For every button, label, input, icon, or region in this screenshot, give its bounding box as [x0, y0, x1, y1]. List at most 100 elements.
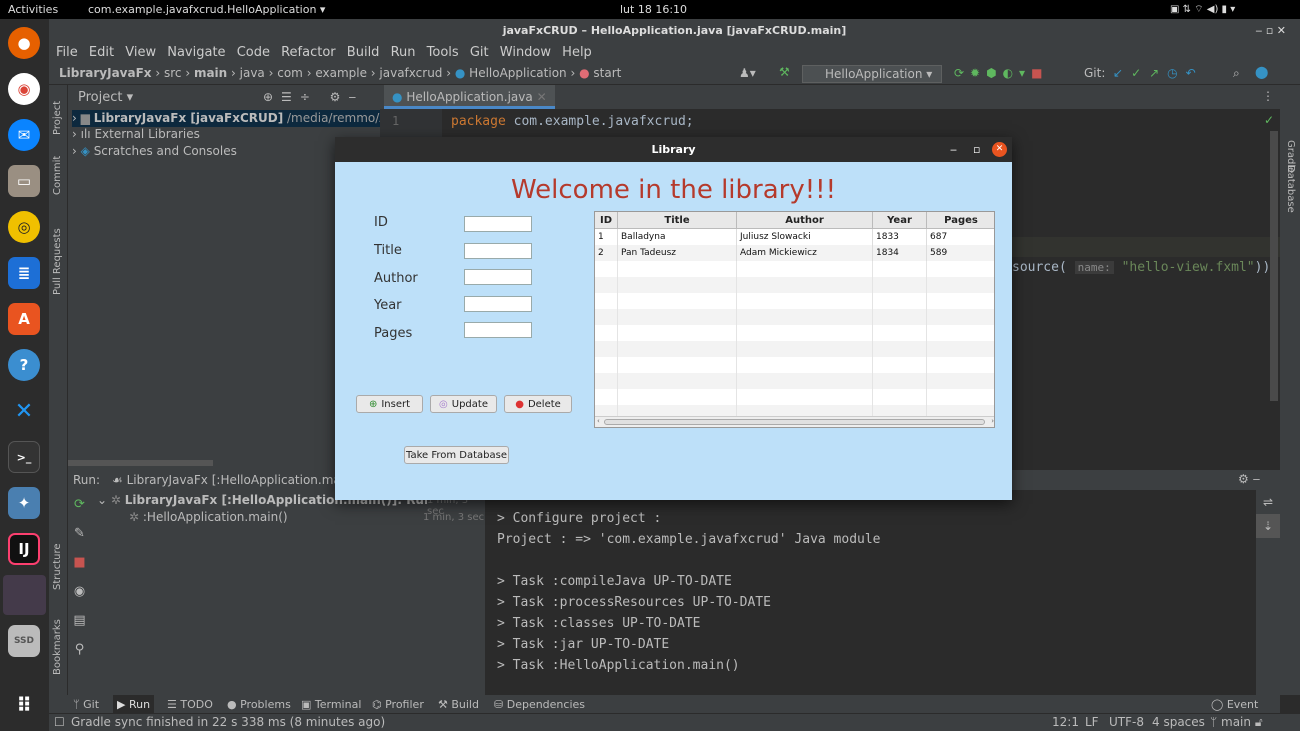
col-header-title[interactable]: Title: [618, 212, 737, 229]
tab-hello-application[interactable]: ● HelloApplication.java ✕: [384, 85, 555, 109]
software-icon[interactable]: A: [8, 303, 40, 335]
pages-input[interactable]: [464, 322, 532, 338]
menu-navigate[interactable]: Navigate: [167, 45, 225, 60]
delete-button[interactable]: ● Delete: [504, 395, 572, 413]
table-row[interactable]: 1 Balladyna Juliusz Slowacki 1833 687: [595, 229, 994, 245]
indent-setting[interactable]: 4 spaces: [1152, 715, 1205, 729]
tool-profiler[interactable]: ⌬ Profiler: [372, 698, 424, 711]
menu-build[interactable]: Build: [347, 45, 380, 60]
tab-project[interactable]: Project: [52, 101, 63, 135]
terminal-icon[interactable]: >_: [8, 441, 40, 473]
id-input[interactable]: [464, 216, 532, 232]
git-branch[interactable]: ᛘ main 🔓︎: [1210, 715, 1263, 730]
thunderbird-icon[interactable]: ✉: [8, 119, 40, 151]
tree-item-external-libraries[interactable]: › ılı External Libraries: [72, 127, 200, 141]
vscode-icon[interactable]: ✕: [8, 395, 40, 427]
stop-icon[interactable]: ■: [68, 548, 91, 577]
run-tree-child[interactable]: ✲ :HelloApplication.main(): [129, 510, 288, 524]
update-button[interactable]: ◎ Update: [430, 395, 497, 413]
status-box-icon[interactable]: ☐: [54, 715, 65, 729]
file-encoding[interactable]: UTF-8: [1109, 715, 1144, 729]
run-actions[interactable]: ⟳✹⬢◐▾■: [954, 66, 1048, 80]
help-icon[interactable]: ?: [8, 349, 40, 381]
app-menu[interactable]: com.example.javafxcrud.HelloApplication …: [88, 3, 325, 16]
title-input[interactable]: [464, 243, 532, 259]
crumb-java[interactable]: java: [240, 66, 265, 80]
window-controls[interactable]: ‒ ▫ ✕: [1255, 19, 1286, 43]
tool-dependencies[interactable]: ⛁ Dependencies: [494, 698, 585, 711]
books-table[interactable]: ID Title Author Year Pages 1 Balladyna J…: [594, 211, 995, 428]
update-icon[interactable]: ⬤: [1255, 65, 1268, 79]
more-icon[interactable]: ⋮: [1262, 89, 1274, 103]
maximize-button[interactable]: ▫: [973, 137, 980, 162]
clock[interactable]: lut 18 16:10: [620, 3, 687, 16]
status-message[interactable]: Gradle sync finished in 22 s 338 ms (8 m…: [71, 715, 385, 729]
crumb-main[interactable]: main: [194, 66, 227, 80]
crumb-com[interactable]: com: [277, 66, 303, 80]
build-hammer-icon[interactable]: ⚒: [779, 65, 790, 79]
menu-tools[interactable]: Tools: [427, 45, 459, 60]
files-icon[interactable]: ▭: [8, 165, 40, 197]
tool-git[interactable]: ᛘ Git: [73, 698, 99, 711]
tool-terminal[interactable]: ▣ Terminal: [301, 698, 361, 711]
crumb-project[interactable]: LibraryJavaFx: [59, 66, 152, 80]
activities-button[interactable]: Activities: [8, 3, 58, 16]
menu-code[interactable]: Code: [237, 45, 270, 60]
run-tab[interactable]: ☙ LibraryJavaFx [:HelloApplication.main]: [112, 473, 356, 487]
rerun-icon[interactable]: ⟳: [68, 490, 91, 519]
horizontal-scrollbar[interactable]: [68, 460, 213, 466]
user-icon[interactable]: ♟▾: [739, 66, 756, 80]
tree-item-project[interactable]: › ▆ LibraryJavaFx [javaFxCRUD] /media/re…: [72, 110, 401, 127]
pin-icon[interactable]: ⚲: [68, 635, 91, 664]
editor-scrollbar[interactable]: [1270, 131, 1278, 401]
menu-window[interactable]: Window: [500, 45, 551, 60]
tab-structure[interactable]: Structure: [52, 543, 63, 590]
project-panel-tools[interactable]: ⊕☰÷ ⚙‒: [263, 90, 364, 104]
crumb-method[interactable]: start: [593, 66, 621, 80]
inspection-ok-icon[interactable]: ✓: [1264, 113, 1274, 127]
tree-item-scratches[interactable]: › ◈ Scratches and Consoles: [72, 144, 237, 158]
chrome-icon[interactable]: ◉: [8, 73, 40, 105]
crumb-src[interactable]: src: [164, 66, 182, 80]
soft-wrap-icon[interactable]: ⇌: [1256, 490, 1280, 514]
code-line-12[interactable]: source( name: "hello-view.fxml"));: [1012, 260, 1278, 275]
app-icon[interactable]: ✦: [8, 487, 40, 519]
ssd-icon[interactable]: SSD: [8, 625, 40, 657]
col-header-pages[interactable]: Pages: [927, 212, 994, 229]
blank-app-icon[interactable]: [3, 575, 46, 615]
intellij-icon[interactable]: IJ: [8, 533, 40, 565]
crumb-example[interactable]: example: [315, 66, 367, 80]
search-icon[interactable]: ⌕: [1233, 66, 1240, 81]
crumb-class[interactable]: HelloApplication: [469, 66, 566, 80]
tray-icons[interactable]: ▣ ⇅ ⌔ ◀) ▮ ▾: [1170, 3, 1235, 16]
tab-pull-requests[interactable]: Pull Requests: [52, 228, 63, 295]
year-input[interactable]: [464, 296, 532, 312]
tool-problems[interactable]: ● Problems: [227, 698, 291, 711]
crumb-package[interactable]: javafxcrud: [379, 66, 442, 80]
code-line-1[interactable]: package com.example.javafxcrud;: [451, 114, 694, 129]
table-horizontal-scrollbar[interactable]: ‹ ›: [595, 416, 994, 427]
caret-position[interactable]: 12:1: [1052, 715, 1079, 729]
close-button[interactable]: ✕: [992, 142, 1007, 157]
menu-refactor[interactable]: Refactor: [281, 45, 336, 60]
console-output[interactable]: > Configure project : Project : => 'com.…: [497, 508, 881, 676]
writer-icon[interactable]: ≣: [8, 257, 40, 289]
menu-git[interactable]: Git: [470, 45, 489, 60]
tool-build[interactable]: ⚒ Build: [438, 698, 479, 711]
line-ending[interactable]: LF: [1085, 715, 1099, 729]
apps-grid-icon[interactable]: ⠿: [8, 689, 40, 721]
tool-todo[interactable]: ☰ TODO: [167, 698, 213, 711]
project-header[interactable]: Project ▾: [78, 90, 133, 105]
col-header-id[interactable]: ID: [595, 212, 618, 229]
tab-bookmarks[interactable]: Bookmarks: [52, 619, 63, 675]
layout-icon[interactable]: ▤: [68, 606, 91, 635]
eye-icon[interactable]: ◉: [68, 577, 91, 606]
insert-button[interactable]: ⊕ Insert: [356, 395, 423, 413]
tool-run[interactable]: ▶ Run: [113, 695, 155, 713]
minimize-button[interactable]: ‒: [950, 137, 957, 162]
menu-edit[interactable]: Edit: [89, 45, 114, 60]
menu-view[interactable]: View: [125, 45, 156, 60]
wrench-icon[interactable]: ✎: [68, 519, 91, 548]
tab-database[interactable]: Database: [1285, 165, 1296, 213]
col-header-author[interactable]: Author: [737, 212, 873, 229]
